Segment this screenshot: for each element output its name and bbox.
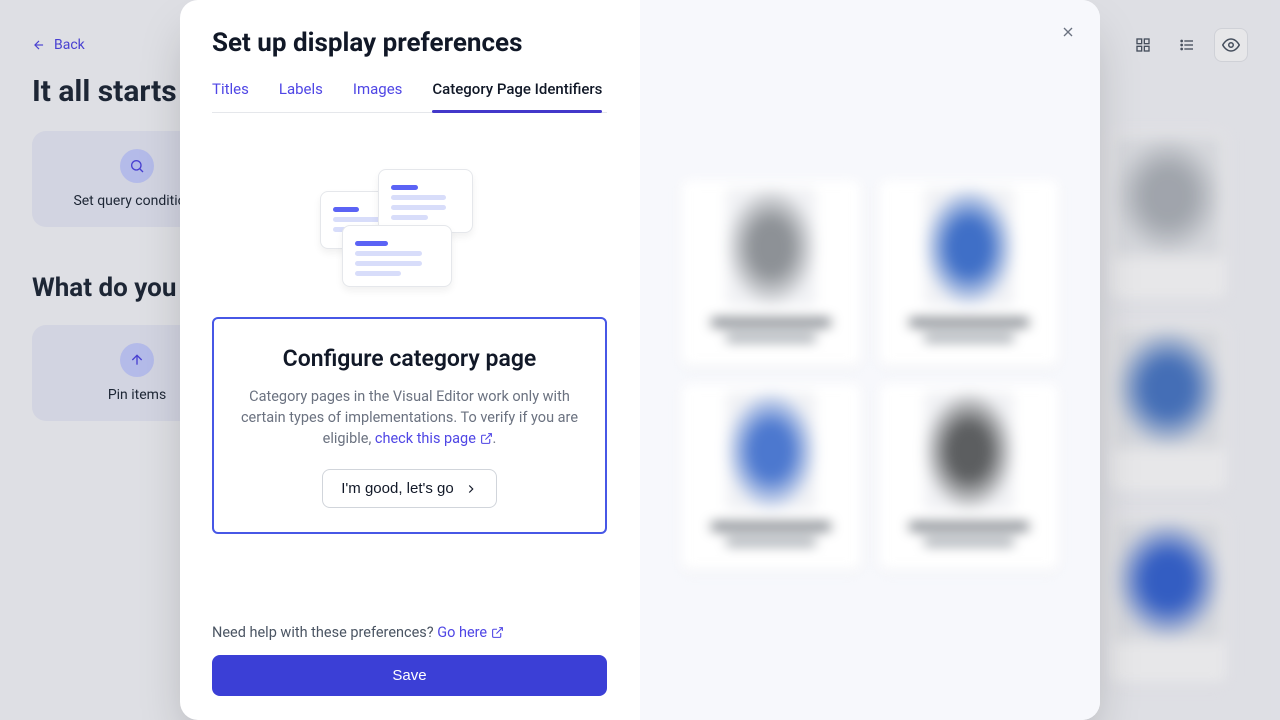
save-button[interactable]: Save (212, 655, 607, 696)
lets-go-button[interactable]: I'm good, let's go (322, 469, 496, 508)
display-preferences-modal: Set up display preferences Titles Labels… (180, 0, 1100, 720)
callout-link[interactable]: check this page (375, 430, 493, 447)
close-icon (1060, 24, 1076, 40)
preview-grid (672, 180, 1068, 570)
preview-card (681, 384, 861, 570)
preview-card (879, 180, 1059, 366)
help-line: Need help with these preferences? Go her… (212, 624, 607, 641)
documents-illustration (320, 169, 500, 289)
tab-category-page-identifiers[interactable]: Category Page Identifiers (432, 80, 602, 112)
callout-heading: Configure category page (234, 345, 585, 372)
close-button[interactable] (1052, 16, 1084, 48)
help-link[interactable]: Go here (437, 624, 504, 641)
configure-callout: Configure category page Category pages i… (212, 317, 607, 534)
callout-body-suffix: . (493, 430, 497, 447)
modal-title: Set up display preferences (212, 28, 607, 58)
modal-tabs: Titles Labels Images Category Page Ident… (212, 80, 607, 113)
help-prefix: Need help with these preferences? (212, 624, 437, 641)
external-link-icon (491, 626, 504, 639)
modal-footer: Need help with these preferences? Go her… (212, 624, 607, 696)
preview-card (681, 180, 861, 366)
tab-labels[interactable]: Labels (279, 80, 323, 112)
preview-card (879, 384, 1059, 570)
modal-left-panel: Set up display preferences Titles Labels… (180, 0, 640, 720)
chevron-right-icon (464, 482, 478, 496)
callout-body: Category pages in the Visual Editor work… (234, 386, 585, 449)
lets-go-label: I'm good, let's go (341, 480, 453, 497)
tab-titles[interactable]: Titles (212, 80, 249, 112)
tab-images[interactable]: Images (353, 80, 403, 112)
external-link-icon (480, 432, 493, 445)
modal-right-preview (640, 0, 1100, 720)
